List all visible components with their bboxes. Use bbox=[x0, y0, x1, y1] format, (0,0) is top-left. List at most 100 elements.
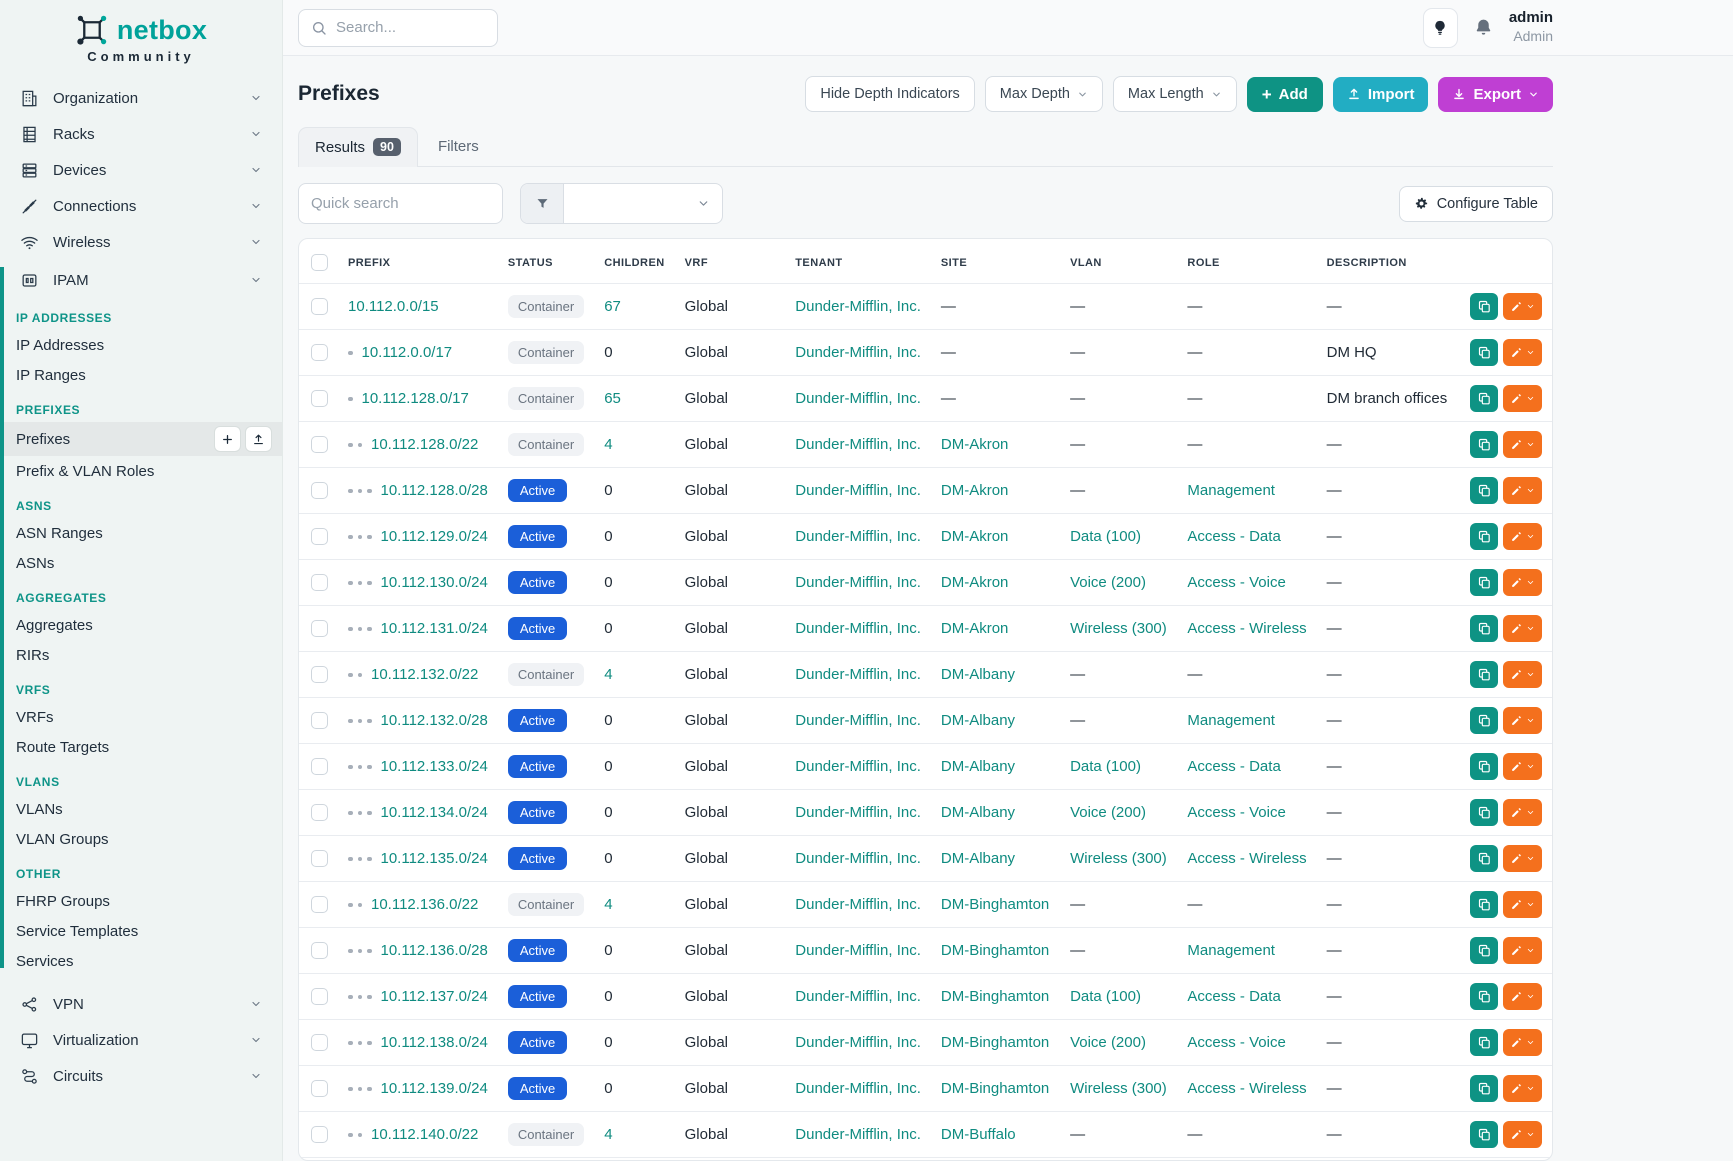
role-link[interactable]: Access - Voice bbox=[1187, 574, 1285, 591]
prefix-link[interactable]: 10.112.128.0/17 bbox=[362, 390, 469, 407]
prefix-link[interactable]: 10.112.132.0/28 bbox=[381, 712, 488, 729]
prefix-link[interactable]: 10.112.130.0/24 bbox=[381, 574, 488, 591]
vlan-link[interactable]: Data (100) bbox=[1070, 988, 1141, 1005]
clone-button[interactable] bbox=[1470, 569, 1498, 596]
vlan-link[interactable]: Voice (200) bbox=[1070, 574, 1146, 591]
global-search[interactable] bbox=[298, 9, 498, 47]
sidebar-item-aggregates[interactable]: Aggregates bbox=[0, 610, 282, 640]
edit-button[interactable] bbox=[1503, 431, 1542, 458]
row-checkbox[interactable] bbox=[311, 298, 328, 315]
sidebar-item-virtualization[interactable]: Virtualization bbox=[0, 1022, 282, 1058]
role-link[interactable]: Access - Wireless bbox=[1187, 850, 1306, 867]
clone-button[interactable] bbox=[1470, 293, 1498, 320]
column-header-site[interactable]: SITE bbox=[931, 239, 1060, 284]
clone-button[interactable] bbox=[1470, 1075, 1498, 1102]
edit-button[interactable] bbox=[1503, 1075, 1542, 1102]
tenant-link[interactable]: Dunder-Mifflin, Inc. bbox=[795, 482, 921, 499]
edit-button[interactable] bbox=[1503, 891, 1542, 918]
tenant-link[interactable]: Dunder-Mifflin, Inc. bbox=[795, 620, 921, 637]
children-count-link[interactable]: 4 bbox=[604, 896, 612, 913]
sidebar-item-services[interactable]: Services bbox=[0, 946, 282, 976]
sidebar-item-service-templates[interactable]: Service Templates bbox=[0, 916, 282, 946]
prefix-link[interactable]: 10.112.132.0/22 bbox=[371, 666, 478, 683]
sidebar-item-circuits[interactable]: Circuits bbox=[0, 1058, 282, 1094]
sidebar-item-asns[interactable]: ASNs bbox=[0, 548, 282, 578]
row-checkbox[interactable] bbox=[311, 1034, 328, 1051]
prefix-link[interactable]: 10.112.135.0/24 bbox=[381, 850, 488, 867]
clone-button[interactable] bbox=[1470, 937, 1498, 964]
sidebar-item-wireless[interactable]: Wireless bbox=[0, 224, 282, 260]
tenant-link[interactable]: Dunder-Mifflin, Inc. bbox=[795, 528, 921, 545]
row-checkbox[interactable] bbox=[311, 1126, 328, 1143]
prefix-link[interactable]: 10.112.136.0/22 bbox=[371, 896, 478, 913]
configure-table-button[interactable]: Configure Table bbox=[1399, 186, 1553, 222]
vlan-link[interactable]: Voice (200) bbox=[1070, 1034, 1146, 1051]
select-all-checkbox[interactable] bbox=[311, 254, 328, 271]
vlan-link[interactable]: Wireless (300) bbox=[1070, 850, 1167, 867]
clone-button[interactable] bbox=[1470, 661, 1498, 688]
tenant-link[interactable]: Dunder-Mifflin, Inc. bbox=[795, 574, 921, 591]
clone-button[interactable] bbox=[1470, 431, 1498, 458]
prefix-link[interactable]: 10.112.0.0/15 bbox=[348, 298, 439, 315]
row-checkbox[interactable] bbox=[311, 482, 328, 499]
prefix-link[interactable]: 10.112.138.0/24 bbox=[381, 1034, 488, 1051]
edit-button[interactable] bbox=[1503, 983, 1542, 1010]
clone-button[interactable] bbox=[1470, 615, 1498, 642]
role-link[interactable]: Access - Data bbox=[1187, 758, 1280, 775]
prefix-link[interactable]: 10.112.137.0/24 bbox=[381, 988, 488, 1005]
vlan-link[interactable]: Wireless (300) bbox=[1070, 620, 1167, 637]
edit-button[interactable] bbox=[1503, 845, 1542, 872]
site-link[interactable]: DM-Binghamton bbox=[941, 896, 1049, 913]
vlan-link[interactable]: Data (100) bbox=[1070, 758, 1141, 775]
edit-button[interactable] bbox=[1503, 1029, 1542, 1056]
sidebar-item-vlans[interactable]: VLANs bbox=[0, 794, 282, 824]
row-checkbox[interactable] bbox=[311, 574, 328, 591]
role-link[interactable]: Management bbox=[1187, 482, 1275, 499]
site-link[interactable]: DM-Akron bbox=[941, 528, 1009, 545]
clone-button[interactable] bbox=[1470, 385, 1498, 412]
notifications-button[interactable] bbox=[1473, 17, 1494, 38]
tenant-link[interactable]: Dunder-Mifflin, Inc. bbox=[795, 666, 921, 683]
site-link[interactable]: DM-Albany bbox=[941, 666, 1015, 683]
prefix-link[interactable]: 10.112.0.0/17 bbox=[362, 344, 453, 361]
prefix-link[interactable]: 10.112.136.0/28 bbox=[381, 942, 488, 959]
edit-button[interactable] bbox=[1503, 753, 1542, 780]
add-button[interactable]: + Add bbox=[1247, 77, 1323, 112]
tenant-link[interactable]: Dunder-Mifflin, Inc. bbox=[795, 896, 921, 913]
quick-search-input[interactable] bbox=[298, 183, 503, 224]
children-count-link[interactable]: 4 bbox=[604, 666, 612, 683]
hide-depth-indicators-button[interactable]: Hide Depth Indicators bbox=[805, 76, 974, 112]
column-header-status[interactable]: STATUS bbox=[498, 239, 594, 284]
site-link[interactable]: DM-Akron bbox=[941, 482, 1009, 499]
tenant-link[interactable]: Dunder-Mifflin, Inc. bbox=[795, 298, 921, 315]
row-checkbox[interactable] bbox=[311, 758, 328, 775]
sidebar-item-fhrp-groups[interactable]: FHRP Groups bbox=[0, 886, 282, 916]
edit-button[interactable] bbox=[1503, 799, 1542, 826]
edit-button[interactable] bbox=[1503, 293, 1542, 320]
tenant-link[interactable]: Dunder-Mifflin, Inc. bbox=[795, 390, 921, 407]
vlan-link[interactable]: Voice (200) bbox=[1070, 804, 1146, 821]
site-link[interactable]: DM-Buffalo bbox=[941, 1126, 1016, 1143]
sidebar-item-vlan-groups[interactable]: VLAN Groups bbox=[0, 824, 282, 854]
row-checkbox[interactable] bbox=[311, 344, 328, 361]
children-count-link[interactable]: 65 bbox=[604, 390, 621, 407]
tenant-link[interactable]: Dunder-Mifflin, Inc. bbox=[795, 942, 921, 959]
tenant-link[interactable]: Dunder-Mifflin, Inc. bbox=[795, 988, 921, 1005]
site-link[interactable]: DM-Binghamton bbox=[941, 988, 1049, 1005]
clone-button[interactable] bbox=[1470, 1029, 1498, 1056]
tenant-link[interactable]: Dunder-Mifflin, Inc. bbox=[795, 1080, 921, 1097]
tenant-link[interactable]: Dunder-Mifflin, Inc. bbox=[795, 712, 921, 729]
column-header-children[interactable]: CHILDREN bbox=[594, 239, 674, 284]
row-checkbox[interactable] bbox=[311, 896, 328, 913]
edit-button[interactable] bbox=[1503, 569, 1542, 596]
edit-button[interactable] bbox=[1503, 937, 1542, 964]
row-checkbox[interactable] bbox=[311, 436, 328, 453]
column-header-description[interactable]: DESCRIPTION bbox=[1317, 239, 1460, 284]
sidebar-item-prefixes[interactable]: Prefixes bbox=[0, 422, 282, 456]
site-link[interactable]: DM-Albany bbox=[941, 758, 1015, 775]
tenant-link[interactable]: Dunder-Mifflin, Inc. bbox=[795, 1126, 921, 1143]
tenant-link[interactable]: Dunder-Mifflin, Inc. bbox=[795, 436, 921, 453]
saved-filter-select[interactable] bbox=[520, 183, 723, 224]
column-header-vlan[interactable]: VLAN bbox=[1060, 239, 1177, 284]
site-link[interactable]: DM-Akron bbox=[941, 620, 1009, 637]
